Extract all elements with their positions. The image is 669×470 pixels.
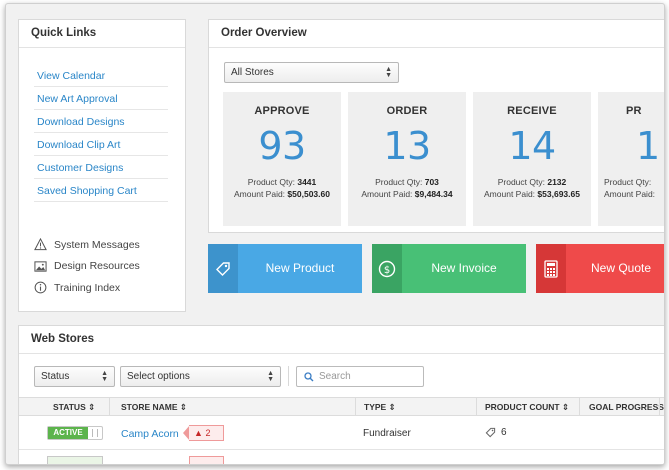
stat-value: 1 (636, 124, 660, 168)
tool-design-resources-label: Design Resources (54, 260, 140, 273)
sort-icon: ⇕ (179, 402, 188, 412)
new-product-button[interactable]: New Product (208, 244, 362, 293)
image-icon (34, 261, 47, 272)
next-row-toggle-partial (47, 456, 103, 464)
stat-title: APPROVE (254, 105, 310, 117)
calculator-icon (536, 244, 566, 293)
store-name-link[interactable]: Camp Acorn (121, 428, 179, 440)
options-filter-select[interactable]: Select options ▲ ▼ (120, 366, 281, 387)
tool-training-index-label: Training Index (54, 281, 121, 294)
stat-value: 14 (508, 124, 556, 168)
select-arrows-icon: ▲ ▼ (385, 66, 392, 79)
stat-title: PR (626, 105, 642, 117)
new-product-label: New Product (265, 261, 335, 275)
new-invoice-label: New Invoice (431, 261, 497, 275)
status-filter-select[interactable]: Status ▲ ▼ (34, 366, 115, 387)
column-store-name[interactable]: STORE NAME ⇕ (121, 402, 187, 413)
quick-link-customer-designs[interactable]: Customer Designs (34, 156, 168, 179)
web-stores-title: Web Stores (19, 326, 664, 354)
stat-card-partial[interactable]: PR 1 Product Qty: Amount Paid: (598, 92, 664, 226)
tool-training-index[interactable]: Training Index (34, 277, 140, 299)
options-filter-value: Select options (127, 371, 190, 382)
column-status[interactable]: STATUS ⇕ (53, 402, 95, 413)
quick-links-list: View Calendar New Art Approval Download … (34, 64, 168, 202)
status-active-label: ACTIVE (48, 427, 88, 439)
stat-amount-paid: Amount Paid: (604, 189, 656, 199)
search-input[interactable]: Search (296, 366, 424, 387)
quick-link-new-art-approval[interactable]: New Art Approval (34, 87, 168, 110)
new-quote-label: New Quote (590, 261, 652, 275)
column-separator (659, 398, 660, 415)
stat-amount-paid: Amount Paid: $9,484.34 (361, 189, 453, 199)
new-quote-button[interactable]: New Quote (536, 244, 664, 293)
stat-amount-paid: Amount Paid: $53,693.65 (484, 189, 580, 199)
stat-product-qty: Product Qty: 2132 (497, 177, 567, 187)
tag-icon (485, 427, 496, 438)
sort-icon: ⇕ (88, 402, 96, 412)
dollar-circle-icon: $ (372, 244, 402, 293)
stat-amount-paid: Amount Paid: $50,503.60 (234, 189, 330, 199)
search-placeholder: Search (319, 371, 351, 382)
select-arrows-icon: ▲ ▼ (101, 370, 108, 383)
product-count-cell: 6 (485, 427, 507, 438)
quick-tools-list: System Messages Design Resources Trainin… (34, 234, 140, 299)
stat-product-qty: Product Qty: (604, 177, 652, 187)
app-window: Quick Links View Calendar New Art Approv… (5, 3, 665, 465)
quick-link-download-clip-art[interactable]: Download Clip Art (34, 133, 168, 156)
stat-product-qty: Product Qty: 703 (375, 177, 439, 187)
info-icon (34, 281, 47, 294)
table-header: STATUS ⇕ STORE NAME ⇕ TYPE ⇕ PRODUCT COU… (19, 397, 664, 416)
store-type: Fundraiser (363, 428, 411, 439)
product-count-value: 6 (501, 427, 507, 438)
column-product-count[interactable]: PRODUCT COUNT ⇕ (485, 402, 569, 413)
store-filter-select[interactable]: All Stores ▲ ▼ (224, 62, 399, 83)
stat-value: 93 (258, 124, 306, 168)
quick-link-saved-shopping-cart[interactable]: Saved Shopping Cart (34, 179, 168, 202)
sort-icon: ⇕ (388, 402, 396, 412)
stat-title: ORDER (386, 105, 428, 117)
stat-card-approve[interactable]: APPROVE 93 Product Qty: 3441 Amount Paid… (223, 92, 341, 226)
quick-link-view-calendar[interactable]: View Calendar (34, 64, 168, 87)
toggle-grip-icon (92, 429, 98, 437)
tool-system-messages[interactable]: System Messages (34, 234, 140, 256)
stat-product-qty: Product Qty: 3441 (247, 177, 317, 187)
new-invoice-button[interactable]: $ New Invoice (372, 244, 526, 293)
tool-system-messages-label: System Messages (54, 238, 140, 251)
select-arrows-icon: ▲ ▼ (267, 370, 274, 383)
toolbar-divider (288, 366, 289, 386)
sort-icon: ⇕ (561, 402, 570, 412)
order-overview-title: Order Overview (209, 20, 664, 48)
status-filter-value: Status (41, 371, 70, 382)
quick-links-title: Quick Links (19, 20, 185, 48)
search-icon (304, 372, 314, 382)
status-toggle[interactable]: ACTIVE (47, 426, 103, 440)
column-type[interactable]: TYPE ⇕ (364, 402, 396, 413)
quick-link-download-designs[interactable]: Download Designs (34, 110, 168, 133)
tool-design-resources[interactable]: Design Resources (34, 256, 140, 278)
stat-card-receive[interactable]: RECEIVE 14 Product Qty: 2132 Amount Paid… (473, 92, 591, 226)
column-separator (109, 398, 110, 415)
svg-text:$: $ (384, 265, 390, 276)
next-row-badge-partial (189, 456, 224, 464)
alert-count: 2 (205, 428, 211, 438)
stat-value: 13 (383, 124, 431, 168)
stat-card-order[interactable]: ORDER 13 Product Qty: 703 Amount Paid: $… (348, 92, 466, 226)
warning-icon (34, 238, 47, 251)
stat-title: RECEIVE (507, 105, 557, 117)
alert-badge[interactable]: ▲ 2 (189, 425, 224, 441)
column-goal-progress[interactable]: GOAL PROGRESS (589, 402, 664, 412)
column-separator (476, 398, 477, 415)
column-separator (355, 398, 356, 415)
column-separator (579, 398, 580, 415)
table-row[interactable] (19, 418, 664, 450)
tag-icon (208, 244, 238, 293)
store-filter-value: All Stores (231, 67, 274, 78)
alert-triangle-icon: ▲ (194, 428, 203, 438)
